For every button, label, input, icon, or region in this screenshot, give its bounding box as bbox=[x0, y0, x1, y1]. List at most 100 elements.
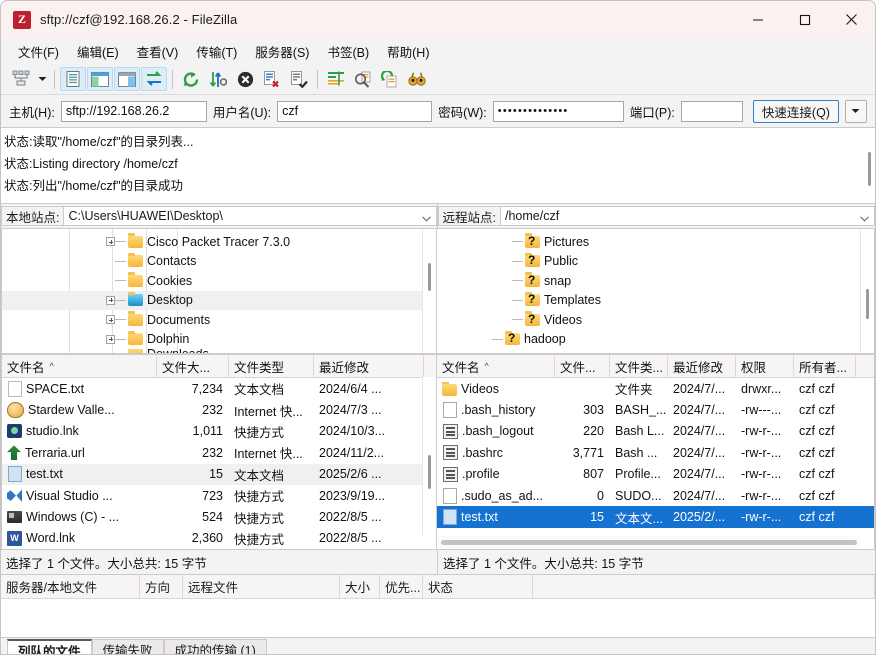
tree-item[interactable]: Documents bbox=[2, 310, 436, 330]
col-filesize[interactable]: 文件大... bbox=[157, 355, 229, 377]
menu-file[interactable]: 文件(F) bbox=[9, 39, 68, 64]
table-row[interactable]: W Word.lnk 2,360 快捷方式 2022/8/5 ... bbox=[2, 528, 436, 549]
expand-plus-icon[interactable] bbox=[106, 334, 115, 344]
tree-item[interactable]: Cookies bbox=[2, 271, 436, 291]
port-input[interactable] bbox=[680, 100, 743, 122]
local-site-path-input[interactable]: C:\Users\HUAWEI\Desktop\ bbox=[64, 206, 437, 226]
col-status[interactable]: 状态 bbox=[423, 575, 533, 598]
col-server-local-file[interactable]: 服务器/本地文件 bbox=[1, 575, 140, 598]
local-path-chevron-down-icon[interactable] bbox=[421, 211, 431, 225]
col-owner[interactable]: 所有者... bbox=[794, 355, 856, 377]
table-row[interactable]: .profile 807 Profile... 2024/7/... -rw-r… bbox=[437, 464, 874, 485]
col-filename[interactable]: 文件名 ^ bbox=[2, 355, 157, 377]
toggle-local-tree-icon[interactable] bbox=[87, 67, 113, 91]
scrollbar-thumb[interactable] bbox=[866, 289, 869, 319]
menu-help[interactable]: 帮助(H) bbox=[378, 39, 438, 64]
tree-item[interactable]: Videos bbox=[437, 310, 874, 330]
tree-item[interactable]: snap bbox=[437, 271, 874, 291]
scrollbar-thumb[interactable] bbox=[428, 263, 431, 291]
tab-successful-transfers[interactable]: 成功的传输 (1) bbox=[163, 639, 267, 654]
tree-item[interactable]: Dolphin bbox=[2, 330, 436, 350]
table-row[interactable]: Videos 文件夹 2024/7/... drwxr... czf czf bbox=[437, 378, 874, 399]
col-filename[interactable]: 文件名 ^ bbox=[437, 355, 555, 377]
local-tree-scrollbar[interactable] bbox=[422, 229, 436, 353]
tree-item[interactable]: Cisco Packet Tracer 7.3.0 bbox=[2, 232, 436, 252]
remote-file-list[interactable]: 文件名 ^ 文件... 文件类... 最近修改 权限 所有者... Videos… bbox=[437, 354, 875, 550]
col-modified[interactable]: 最近修改 bbox=[668, 355, 736, 377]
tab-queued-files[interactable]: 列队的文件 bbox=[7, 639, 92, 654]
table-row[interactable]: 622页 程序设... 162 Microsoft... 2023/9/16..… bbox=[2, 549, 436, 550]
tree-item[interactable]: Public bbox=[437, 252, 874, 272]
site-manager-dropdown-caret-icon[interactable] bbox=[35, 67, 49, 91]
table-row[interactable]: Stardew Valle... 232 Internet 快... 2024/… bbox=[2, 399, 436, 420]
menu-view[interactable]: 查看(V) bbox=[128, 39, 188, 64]
table-row[interactable]: .bash_history 303 BASH_... 2024/7/... -r… bbox=[437, 399, 874, 420]
username-input[interactable]: czf bbox=[277, 100, 433, 122]
quick-connect-history-chevron-down-icon[interactable] bbox=[844, 99, 867, 123]
tree-item[interactable]: Contacts bbox=[2, 252, 436, 272]
tree-item[interactable]: Templates bbox=[437, 291, 874, 311]
toggle-remote-tree-icon[interactable] bbox=[114, 67, 140, 91]
col-filetype[interactable]: 文件类... bbox=[610, 355, 668, 377]
menu-server[interactable]: 服务器(S) bbox=[246, 39, 318, 64]
remote-path-chevron-down-icon[interactable] bbox=[860, 211, 869, 225]
col-size[interactable]: 大小 bbox=[340, 575, 380, 598]
find-files-icon[interactable] bbox=[404, 67, 430, 91]
col-modified[interactable]: 最近修改 bbox=[314, 355, 424, 377]
password-input[interactable]: •••••••••••••• bbox=[492, 100, 624, 122]
synchronized-browsing-icon[interactable] bbox=[377, 67, 403, 91]
remote-tree-scrollbar[interactable] bbox=[860, 229, 874, 353]
maximize-button[interactable] bbox=[781, 1, 828, 38]
col-filetype[interactable]: 文件类型 bbox=[229, 355, 314, 377]
local-file-list[interactable]: 文件名 ^ 文件大... 文件类型 最近修改 SPACE.txt 7,234 文… bbox=[1, 354, 437, 550]
table-row[interactable]: .bash_logout 220 Bash L... 2024/7/... -r… bbox=[437, 421, 874, 442]
table-row[interactable]: Terraria.url 232 Internet 快... 2024/11/2… bbox=[2, 442, 436, 463]
col-filesize[interactable]: 文件... bbox=[555, 355, 610, 377]
table-row[interactable]: SPACE.txt 7,234 文本文档 2024/6/4 ... bbox=[2, 378, 436, 399]
tab-failed-transfers[interactable]: 传输失败 bbox=[91, 639, 164, 654]
remote-list-horizontal-scrollbar[interactable] bbox=[438, 536, 860, 548]
table-row[interactable]: .bashrc 3,771 Bash ... 2024/7/... -rw-r-… bbox=[437, 442, 874, 463]
menu-edit[interactable]: 编辑(E) bbox=[68, 39, 128, 64]
minimize-button[interactable] bbox=[734, 1, 781, 38]
remote-site-path-input[interactable]: /home/czf bbox=[500, 206, 875, 226]
expand-plus-icon[interactable] bbox=[106, 315, 115, 325]
col-priority[interactable]: 优先... bbox=[380, 575, 423, 598]
local-list-scrollbar[interactable] bbox=[422, 377, 436, 535]
toggle-transfer-queue-icon[interactable] bbox=[141, 67, 167, 91]
table-row[interactable]: Windows (C) - ... 524 快捷方式 2022/8/5 ... bbox=[2, 506, 436, 527]
table-row-selected[interactable]: test.txt 15 文本文... 2025/2/... -rw-r-... … bbox=[437, 506, 874, 528]
site-manager-icon[interactable] bbox=[8, 67, 34, 91]
expand-plus-icon[interactable] bbox=[106, 295, 115, 305]
table-row[interactable]: studio.lnk 1,011 快捷方式 2024/10/3... bbox=[2, 421, 436, 442]
expand-plus-icon[interactable] bbox=[106, 237, 115, 247]
tree-item[interactable]: hadoop bbox=[437, 330, 874, 350]
message-log-scrollbar[interactable] bbox=[864, 130, 873, 201]
directory-comparison-icon[interactable] bbox=[350, 67, 376, 91]
col-direction[interactable]: 方向 bbox=[140, 575, 183, 598]
scrollbar-thumb[interactable] bbox=[428, 455, 431, 489]
toggle-message-log-icon[interactable] bbox=[60, 67, 86, 91]
refresh-icon[interactable] bbox=[178, 67, 204, 91]
local-directory-tree[interactable]: Cisco Packet Tracer 7.3.0 Contacts Cooki… bbox=[1, 228, 437, 354]
table-row[interactable]: Visual Studio ... 723 快捷方式 2023/9/19... bbox=[2, 485, 436, 506]
tree-item[interactable]: Pictures bbox=[437, 232, 874, 252]
filter-icon[interactable] bbox=[323, 67, 349, 91]
disconnect-icon[interactable] bbox=[259, 67, 285, 91]
process-queue-icon[interactable] bbox=[205, 67, 231, 91]
table-row-selected[interactable]: test.txt 15 文本文档 2025/2/6 ... bbox=[2, 463, 436, 485]
transfer-queue-body[interactable] bbox=[1, 599, 875, 637]
remote-directory-tree[interactable]: Pictures Public snap Templates Videos bbox=[437, 228, 875, 354]
table-row[interactable]: .sudo_as_ad... 0 SUDO... 2024/7/... -rw-… bbox=[437, 485, 874, 506]
menu-bookmarks[interactable]: 书签(B) bbox=[318, 39, 378, 64]
tree-item-desktop[interactable]: Desktop bbox=[2, 290, 436, 310]
col-remote-file[interactable]: 远程文件 bbox=[183, 575, 340, 598]
close-button[interactable] bbox=[828, 1, 875, 38]
host-input[interactable]: sftp://192.168.26.2 bbox=[60, 100, 207, 122]
scrollbar-thumb[interactable] bbox=[441, 540, 857, 545]
cancel-operation-icon[interactable] bbox=[232, 67, 258, 91]
col-permissions[interactable]: 权限 bbox=[736, 355, 794, 377]
quick-connect-button[interactable]: 快速连接(Q) bbox=[752, 99, 839, 123]
menu-transfer[interactable]: 传输(T) bbox=[187, 39, 246, 64]
scrollbar-thumb[interactable] bbox=[868, 152, 871, 186]
